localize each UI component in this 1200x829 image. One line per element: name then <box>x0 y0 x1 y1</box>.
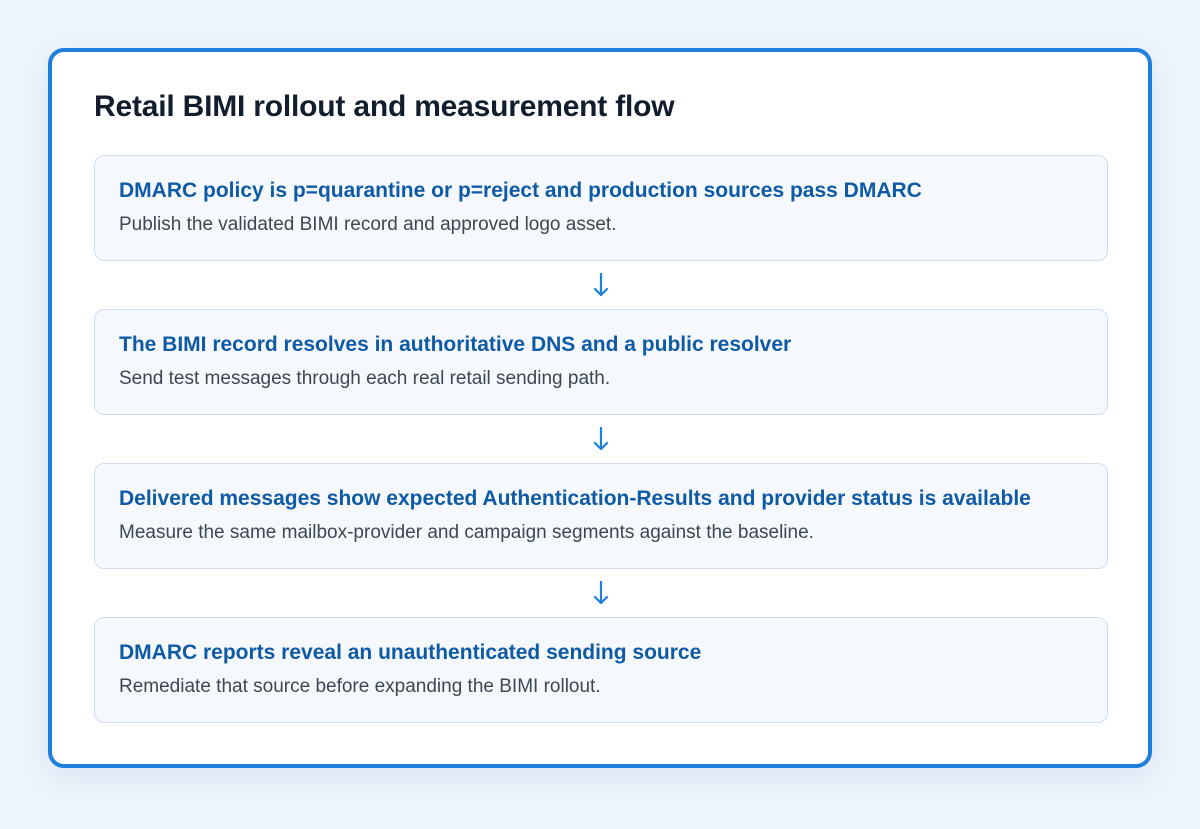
flow-steps: DMARC policy is p=quarantine or p=reject… <box>94 155 1108 723</box>
flow-card: Retail BIMI rollout and measurement flow… <box>48 48 1152 768</box>
arrow-down-icon <box>593 426 609 451</box>
page-title: Retail BIMI rollout and measurement flow <box>94 90 675 123</box>
arrow-down-icon <box>593 580 609 605</box>
flow-connector <box>94 415 1108 463</box>
arrow-down-icon <box>593 272 609 297</box>
step-heading: The BIMI record resolves in authoritativ… <box>119 333 792 356</box>
flow-step: The BIMI record resolves in authoritativ… <box>94 309 1108 415</box>
step-heading: DMARC reports reveal an unauthenticated … <box>119 641 702 664</box>
flow-step: DMARC policy is p=quarantine or p=reject… <box>94 155 1108 261</box>
flow-connector <box>94 569 1108 617</box>
step-description: Publish the validated BIMI record and ap… <box>119 214 617 235</box>
flow-step: DMARC reports reveal an unauthenticated … <box>94 617 1108 723</box>
flow-connector <box>94 261 1108 309</box>
step-description: Measure the same mailbox-provider and ca… <box>119 522 814 543</box>
step-description: Send test messages through each real ret… <box>119 368 611 389</box>
flow-step: Delivered messages show expected Authent… <box>94 463 1108 569</box>
step-heading: DMARC policy is p=quarantine or p=reject… <box>119 179 922 202</box>
step-description: Remediate that source before expanding t… <box>119 676 601 697</box>
step-heading: Delivered messages show expected Authent… <box>119 487 1031 510</box>
